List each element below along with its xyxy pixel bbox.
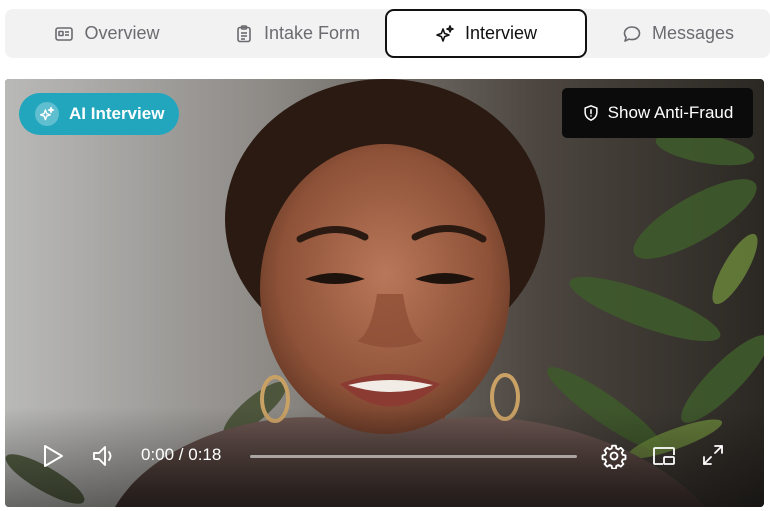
progress-bar[interactable] xyxy=(250,455,577,458)
id-card-icon xyxy=(55,26,74,41)
ai-interview-label: AI Interview xyxy=(69,104,165,123)
show-anti-fraud-button[interactable]: Show Anti-Fraud xyxy=(562,88,753,138)
clipboard-icon xyxy=(237,24,251,42)
sparkles-icon xyxy=(436,24,454,42)
expand-icon xyxy=(703,445,723,465)
shield-alert-icon xyxy=(584,105,598,121)
tab-interview[interactable]: Interview xyxy=(385,9,587,58)
tab-bar: Overview Intake Form Interview Messages xyxy=(5,9,770,58)
sparkles-icon xyxy=(35,102,59,126)
volume-icon xyxy=(93,446,112,466)
settings-button[interactable] xyxy=(601,443,627,469)
tab-label: Interview xyxy=(464,23,538,43)
gear-icon xyxy=(601,444,627,469)
anti-fraud-label: Show Anti-Fraud xyxy=(607,103,734,122)
picture-in-picture-icon xyxy=(653,447,675,465)
tab-label: Overview xyxy=(84,23,160,43)
ai-interview-badge: AI Interview xyxy=(19,93,179,135)
time-display: 0:00 / 0:18 xyxy=(141,445,222,464)
volume-button[interactable] xyxy=(91,443,117,469)
chat-bubble-icon xyxy=(623,25,641,42)
tab-label: Intake Form xyxy=(263,23,361,43)
play-icon xyxy=(44,445,63,467)
picture-in-picture-button[interactable] xyxy=(651,443,677,469)
tab-overview[interactable]: Overview xyxy=(5,9,209,58)
tab-messages[interactable]: Messages xyxy=(587,9,769,58)
tab-intake-form[interactable]: Intake Form xyxy=(209,9,385,58)
play-button[interactable] xyxy=(41,443,65,469)
tab-label: Messages xyxy=(651,23,735,43)
video-player[interactable]: AI Interview Show Anti-Fraud 0:00 / 0:18 xyxy=(5,79,764,507)
fullscreen-button[interactable] xyxy=(701,443,725,467)
